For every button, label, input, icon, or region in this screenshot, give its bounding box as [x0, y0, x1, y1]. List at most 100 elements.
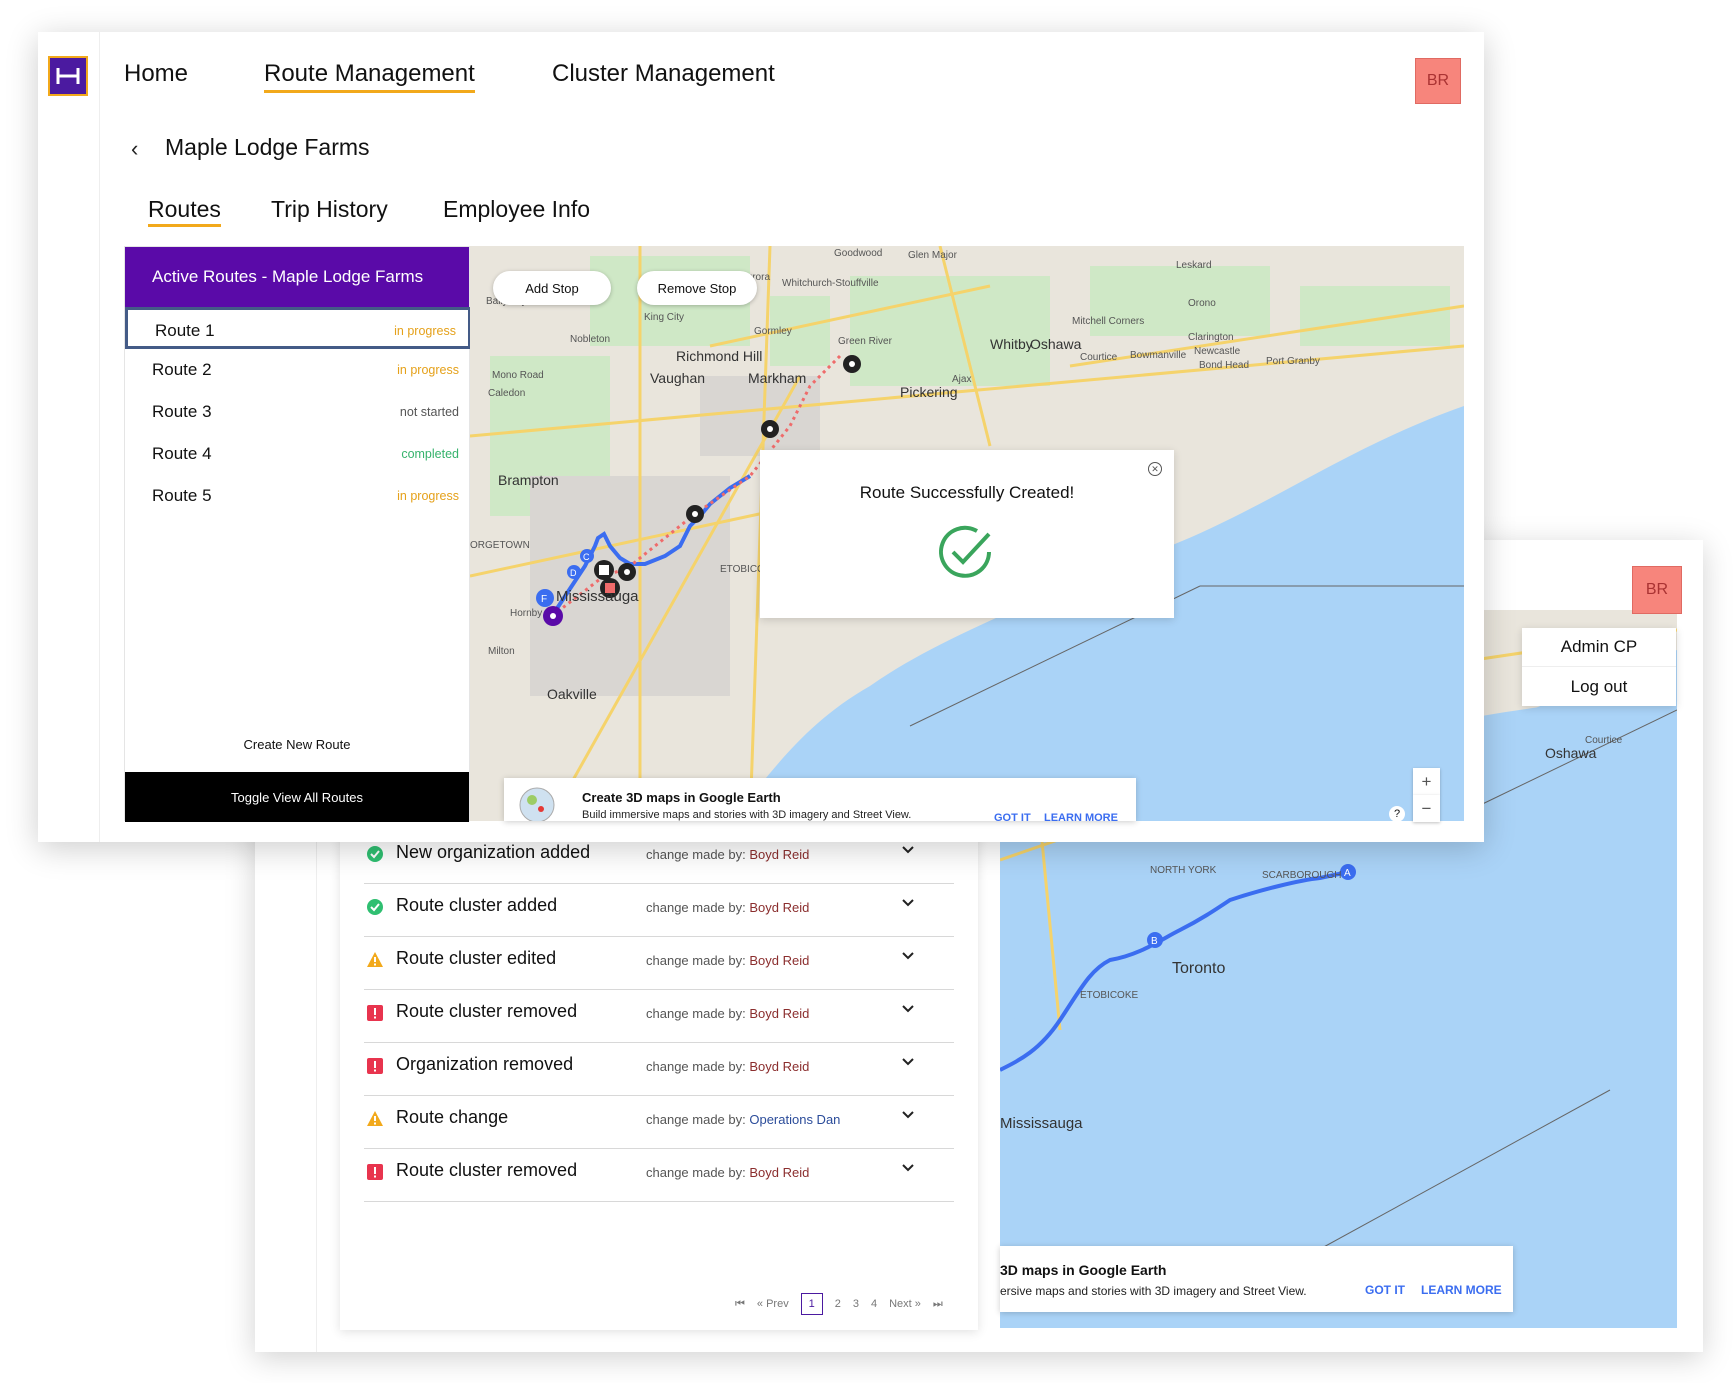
ge-title: 3D maps in Google Earth — [1000, 1262, 1167, 1278]
log-title: Route cluster added — [396, 895, 558, 915]
app-logo[interactable] — [48, 56, 88, 96]
map-label: Orono — [1188, 298, 1216, 309]
nav-home[interactable]: Home — [124, 60, 188, 88]
log-out-menu-item[interactable]: Log out — [1522, 667, 1676, 706]
ge-subtitle: ersive maps and stories with 3D imagery … — [1000, 1284, 1307, 1298]
map-label: SCARBOROUGH — [1262, 870, 1342, 881]
ge-got-it-button[interactable]: GOT IT — [1365, 1283, 1405, 1297]
map-label: NORTH YORK — [1150, 865, 1217, 876]
chevron-down-icon[interactable] — [902, 894, 914, 912]
log-row[interactable]: Route change change made by: Operations D… — [364, 1090, 954, 1149]
chevron-down-icon[interactable] — [902, 1159, 914, 1177]
map-label: Brampton — [498, 472, 559, 488]
error-icon — [366, 1004, 384, 1022]
map-label: Bowmanville — [1130, 350, 1187, 361]
log-prefix: change made by: — [646, 1059, 746, 1074]
first-page-button[interactable]: ⏮ — [735, 1298, 745, 1311]
side-rail — [38, 32, 100, 842]
ge-learn-more-button[interactable]: LEARN MORE — [1044, 812, 1118, 821]
help-icon[interactable]: ? — [1389, 806, 1405, 822]
route-item[interactable]: Route 5 in progress — [125, 475, 471, 517]
log-user: Boyd Reid — [749, 847, 810, 862]
map-label: ETOBICOKE — [1080, 990, 1139, 1001]
map-label: Glen Major — [908, 250, 957, 261]
route-item[interactable]: Route 3 not started — [125, 391, 471, 433]
route-item[interactable]: Route 4 completed — [125, 433, 471, 475]
nav-cluster-management[interactable]: Cluster Management — [552, 60, 775, 88]
avatar[interactable]: BR — [1632, 566, 1682, 614]
page-4-button[interactable]: 4 — [871, 1298, 877, 1310]
log-user: Boyd Reid — [749, 953, 810, 968]
route-name: Route 4 — [152, 444, 212, 463]
logo-icon — [56, 68, 80, 84]
chevron-down-icon[interactable] — [902, 1053, 914, 1071]
log-user: Boyd Reid — [749, 1165, 810, 1180]
log-row[interactable]: Route cluster added change made by: Boyd … — [364, 878, 954, 937]
ge-learn-more-button[interactable]: LEARN MORE — [1421, 1283, 1502, 1297]
ge-got-it-button[interactable]: GOT IT — [994, 812, 1031, 821]
log-prefix: change made by: — [646, 900, 746, 915]
error-icon — [366, 1163, 384, 1181]
tab-employee-info[interactable]: Employee Info — [443, 196, 590, 223]
log-row[interactable]: Organization removed change made by: Boyd… — [364, 1037, 954, 1096]
map-label: Mono Road — [492, 370, 544, 381]
log-title: Route cluster edited — [396, 948, 557, 968]
back-arrow-icon[interactable]: ‹ — [131, 136, 138, 162]
warning-icon — [366, 1110, 384, 1128]
success-message: Route Successfully Created! — [859, 483, 1075, 502]
zoom-in-button[interactable]: + — [1413, 768, 1440, 795]
admin-cp-menu-item[interactable]: Admin CP — [1522, 628, 1676, 667]
ge-title: Create 3D maps in Google Earth — [582, 790, 781, 805]
map-label: Newcastle — [1194, 346, 1241, 357]
account-dropdown: Admin CP Log out — [1522, 628, 1676, 706]
map-label: Mississauga — [556, 588, 639, 605]
chevron-down-icon[interactable] — [902, 1106, 914, 1124]
log-title: Route cluster removed — [396, 1160, 578, 1180]
nav-route-management[interactable]: Route Management — [264, 60, 475, 93]
log-meta: change made by: Operations Dan — [646, 1112, 840, 1127]
remove-stop-button[interactable]: Remove Stop — [637, 271, 757, 305]
log-meta: change made by: Boyd Reid — [646, 953, 809, 968]
google-earth-banner: 3D maps in Google Earth ersive maps and … — [1000, 1246, 1513, 1312]
map-label: Caledon — [488, 388, 526, 399]
log-meta: change made by: Boyd Reid — [646, 1059, 809, 1074]
map-label: Goodwood — [834, 248, 883, 259]
map-label: Courtice — [1080, 352, 1118, 363]
route-name: Route 1 — [155, 321, 215, 340]
google-earth-banner: Create 3D maps in Google Earth Build imm… — [504, 778, 1136, 821]
avatar[interactable]: BR — [1415, 58, 1461, 104]
activity-log: New organization added change made by: Bo… — [340, 825, 978, 1330]
log-prefix: change made by: — [646, 1112, 746, 1127]
page-3-button[interactable]: 3 — [853, 1298, 859, 1310]
map-label: Nobleton — [570, 334, 611, 345]
toggle-view-all-routes-button[interactable]: Toggle View All Routes — [125, 772, 469, 822]
success-icon — [366, 845, 384, 863]
chevron-down-icon[interactable] — [902, 947, 914, 965]
map-label: Whitchurch-Stouffville — [782, 278, 879, 289]
route-name: Route 5 — [152, 486, 212, 505]
route-status: not started — [399, 405, 459, 419]
next-page-button[interactable]: Next » — [889, 1298, 921, 1310]
tab-routes[interactable]: Routes — [148, 196, 221, 227]
page-1-button[interactable]: 1 — [800, 1293, 823, 1315]
tab-trip-history[interactable]: Trip History — [271, 196, 388, 223]
route-item[interactable]: Route 1 in progress — [125, 307, 471, 349]
log-row[interactable]: Route cluster edited change made by: Boyd… — [364, 931, 954, 990]
last-page-button[interactable]: ⏭ — [933, 1298, 943, 1311]
chevron-down-icon[interactable] — [902, 1000, 914, 1018]
chevron-down-icon[interactable] — [902, 841, 914, 859]
svg-text:B: B — [1151, 936, 1158, 947]
log-row[interactable]: Route cluster removed change made by: Boy… — [364, 984, 954, 1043]
close-icon[interactable]: ✕ — [1148, 462, 1162, 476]
create-new-route-button[interactable]: Create New Route — [125, 737, 469, 752]
route-item[interactable]: Route 2 in progress — [125, 349, 471, 391]
ge-subtitle: Build immersive maps and stories with 3D… — [582, 809, 912, 821]
log-row[interactable]: Route cluster removed change made by: Boy… — [364, 1143, 954, 1202]
prev-page-button[interactable]: « Prev — [757, 1298, 789, 1310]
log-user: Operations Dan — [749, 1112, 841, 1127]
page-2-button[interactable]: 2 — [835, 1298, 841, 1310]
map-label: Toronto — [1172, 960, 1226, 977]
zoom-out-button[interactable]: − — [1413, 795, 1440, 822]
add-stop-button[interactable]: Add Stop — [493, 271, 611, 305]
success-icon — [366, 898, 384, 916]
